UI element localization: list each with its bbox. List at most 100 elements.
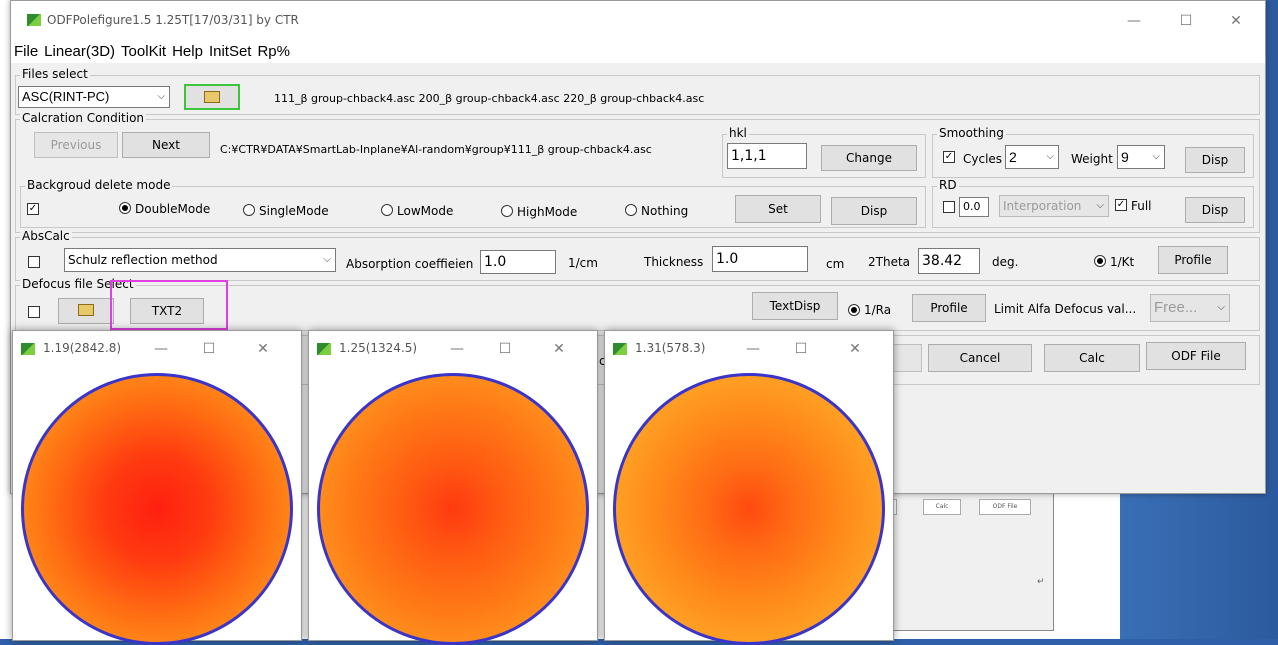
defocus-checkbox[interactable] — [28, 306, 40, 318]
minimize-button[interactable]: — — [735, 337, 771, 361]
menu-help[interactable]: Help — [169, 41, 206, 63]
change-button[interactable]: Change — [821, 145, 917, 171]
radio-low-mode[interactable] — [381, 204, 393, 216]
thickness-unit: cm — [826, 257, 845, 271]
selected-files-list: 111_β group-chback4.asc 200_β group-chba… — [274, 92, 705, 105]
calc-condition-title: Calcration Condition — [20, 111, 147, 125]
thickness-input[interactable]: 1.0 — [712, 246, 808, 272]
chevron-down-icon: ⌵ — [1152, 151, 1160, 162]
radio-kt[interactable] — [1094, 255, 1106, 267]
radio-ra[interactable] — [848, 304, 860, 316]
minimize-button[interactable]: — — [439, 337, 475, 361]
app-icon — [613, 343, 627, 355]
cancel-button[interactable]: Cancel — [928, 344, 1032, 372]
pole-figure-window-3: 1.31(578.3) — ☐ ✕ — [604, 330, 894, 645]
double-mode-label: DoubleMode — [135, 202, 211, 216]
odf-file-button[interactable]: ODF File — [1146, 342, 1246, 370]
full-checkbox[interactable]: ✓ — [1115, 199, 1127, 211]
close-button[interactable]: ✕ — [541, 337, 577, 361]
previous-button[interactable]: Previous — [34, 132, 118, 158]
window-title: ODFPolefigure1.5 1.25T[17/03/31] by CTR — [47, 13, 299, 27]
limit-alfa-value: Free... — [1154, 299, 1198, 316]
files-select-title: Files select — [20, 67, 90, 81]
abscalc-title: AbsCalc — [20, 229, 72, 243]
chevron-down-icon: ⌵ — [1096, 200, 1104, 211]
menu-toolkit[interactable]: ToolKit — [118, 41, 169, 63]
full-label: Full — [1131, 199, 1152, 213]
defocus-group: Defocus file Select TXT2 TextDisp 1/Ra P… — [15, 277, 1260, 331]
weight-label: Weight — [1071, 152, 1113, 166]
thickness-label: Thickness — [644, 255, 704, 269]
hkl-input[interactable]: 1,1,1 — [727, 143, 807, 169]
weight-select[interactable]: 9 ⌵ — [1117, 145, 1165, 169]
calc-button[interactable]: Calc — [1044, 344, 1140, 372]
radio-single-mode[interactable] — [243, 204, 255, 216]
minimize-button[interactable]: — — [143, 337, 179, 361]
abs-method-select[interactable]: Schulz reflection method ⌵ — [64, 248, 336, 272]
theta-label: 2Theta — [868, 255, 911, 269]
smoothing-title: Smoothing — [937, 126, 1006, 140]
smoothing-disp-button[interactable]: Disp — [1185, 147, 1245, 173]
close-button[interactable]: ✕ — [837, 337, 873, 361]
hkl-group: hkl 1,1,1 Change — [722, 126, 926, 178]
folder-open-icon — [78, 304, 94, 316]
menu-file[interactable]: File — [11, 41, 41, 63]
app-icon — [21, 343, 35, 355]
rd-disp-button[interactable]: Disp — [1185, 197, 1245, 223]
cycles-value: 2 — [1009, 149, 1017, 165]
chevron-down-icon: ⌵ — [157, 91, 165, 102]
maximize-button[interactable]: ☐ — [1163, 7, 1209, 35]
pole-figure-window-1: 1.19(2842.8) — ☐ ✕ — [12, 330, 302, 645]
minimize-button[interactable]: — — [1111, 7, 1157, 35]
maximize-button[interactable]: ☐ — [191, 337, 227, 361]
title-bar: ODFPolefigure1.5 1.25T[17/03/31] by CTR … — [11, 1, 1265, 41]
maximize-button[interactable]: ☐ — [783, 337, 819, 361]
pole-figure-window-2: 1.25(1324.5) — ☐ ✕ — [308, 330, 598, 645]
limit-alfa-select[interactable]: Free... ⌵ — [1150, 294, 1230, 322]
radio-double-mode[interactable] — [119, 202, 131, 214]
absorption-input[interactable]: 1.0 — [480, 250, 556, 274]
pole-figure-3 — [613, 373, 885, 645]
close-button[interactable]: ✕ — [245, 337, 281, 361]
ra-label: 1/Ra — [864, 303, 892, 317]
close-button[interactable]: ✕ — [1213, 7, 1259, 35]
app-icon — [317, 343, 331, 355]
low-mode-label: LowMode — [397, 204, 454, 218]
menu-initset[interactable]: InitSet — [206, 41, 255, 63]
format-select[interactable]: ASC(RINT-PC) ⌵ — [18, 86, 170, 108]
abscalc-checkbox[interactable] — [28, 256, 40, 268]
radio-nothing[interactable] — [625, 204, 637, 216]
rd-checkbox[interactable] — [943, 201, 955, 213]
bg-set-button[interactable]: Set — [735, 195, 821, 223]
rd-value-input[interactable]: 0.0 — [959, 197, 989, 217]
smoothing-group: Smoothing ✓ Cycles 2 ⌵ Weight 9 ⌵ Disp — [932, 126, 1254, 178]
single-mode-label: SingleMode — [259, 204, 329, 218]
menu-bar: File Linear(3D) ToolKit Help InitSet Rp% — [11, 41, 1265, 63]
current-file-path: C:¥CTR¥DATA¥SmartLab-Inplane¥Al-random¥g… — [220, 143, 652, 156]
cycles-label: Cycles — [963, 152, 1003, 166]
smoothing-checkbox[interactable]: ✓ — [943, 151, 955, 163]
radio-high-mode[interactable] — [501, 205, 513, 217]
pole-figure-title-1: 1.19(2842.8) — [43, 341, 122, 355]
textdisp-button[interactable]: TextDisp — [752, 292, 838, 320]
weight-value: 9 — [1121, 149, 1129, 165]
bg-delete-checkbox[interactable]: ✓ — [27, 203, 39, 215]
format-select-value: ASC(RINT-PC) — [22, 89, 110, 104]
defocus-open-button[interactable] — [58, 298, 114, 324]
open-files-button[interactable] — [184, 84, 240, 110]
app-icon — [27, 14, 41, 26]
menu-rp[interactable]: Rp% — [254, 41, 293, 63]
bg-delete-title: Backgroud delete mode — [25, 178, 173, 192]
bg-disp-button[interactable]: Disp — [831, 197, 917, 225]
abs-profile-button[interactable]: Profile — [1158, 246, 1228, 274]
theta-input[interactable]: 38.42 — [918, 248, 980, 274]
folder-open-icon — [204, 91, 220, 103]
maximize-button[interactable]: ☐ — [487, 337, 523, 361]
cycles-select[interactable]: 2 ⌵ — [1005, 145, 1059, 169]
rd-mode-select[interactable]: Interporation ⌵ — [999, 195, 1109, 217]
defocus-profile-button[interactable]: Profile — [912, 294, 986, 322]
pole-figure-title-3: 1.31(578.3) — [635, 341, 706, 355]
menu-linear[interactable]: Linear(3D) — [41, 41, 118, 63]
magenta-highlight — [110, 280, 228, 330]
next-button[interactable]: Next — [122, 132, 210, 158]
